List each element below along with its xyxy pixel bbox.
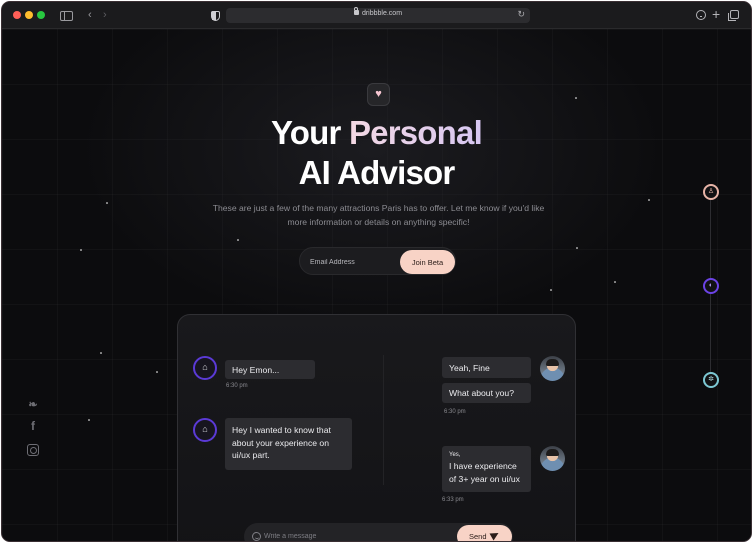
user-message-2: What about you? [442, 383, 531, 403]
url-text: dribbble.com [361, 10, 403, 17]
join-beta-button[interactable]: Join Beta [400, 250, 455, 274]
message-time: 6:33 pm [442, 497, 464, 503]
email-input[interactable] [310, 255, 398, 269]
back-icon[interactable]: ‹ [88, 8, 92, 22]
message-time: 6:30 pm [226, 383, 248, 389]
timeline-step-3-icon[interactable]: ✲ [703, 372, 719, 388]
reload-icon[interactable]: ↻ [517, 9, 525, 20]
minimize-window-button[interactable] [25, 11, 33, 19]
bot-icon: ⌂ [193, 418, 217, 442]
timeline-step-2-icon[interactable]: ◐ [703, 278, 719, 294]
message-time: 6:30 pm [444, 409, 466, 415]
hero-title-accent: Personal [348, 114, 483, 151]
instagram-icon[interactable] [27, 444, 39, 456]
download-icon[interactable] [696, 10, 706, 20]
send-button[interactable]: Send [457, 525, 512, 541]
shield-icon[interactable] [211, 11, 220, 21]
user-message-3-text: I have experience of 3+ year on ui/ux [449, 461, 520, 484]
close-window-button[interactable] [13, 11, 21, 19]
send-label: Send [469, 532, 487, 541]
emoji-icon[interactable] [252, 532, 261, 541]
hero-title-line-1: Your Personal [2, 114, 751, 152]
user-message-1: Yeah, Fine [442, 357, 531, 378]
avatar [540, 356, 565, 381]
lock-icon [353, 7, 359, 15]
bot-message-1: Hey Emon... [225, 360, 315, 379]
chat-preview-panel: ⌂ Hey Emon... 6:30 pm ⌂ Hey I wanted to … [177, 314, 576, 541]
sidebar-icon[interactable] [60, 11, 73, 21]
heart-icon: ♥ [367, 83, 390, 106]
twitter-icon[interactable]: ❧ [26, 398, 40, 411]
timeline-step-1-icon[interactable]: ♙ [703, 184, 719, 200]
zoom-window-button[interactable] [37, 11, 45, 19]
user-message-3-prefix: Yes, [449, 452, 461, 458]
address-bar[interactable]: dribbble.com ↻ [226, 7, 530, 23]
browser-toolbar: ‹ › dribbble.com ↻ + [2, 2, 751, 29]
hero-title-part: Your [271, 114, 349, 151]
tabs-icon[interactable] [728, 10, 739, 21]
landing-page: ♥ Your Personal AI Advisor These are jus… [2, 29, 751, 541]
chat-divider [383, 355, 384, 485]
plus-icon[interactable]: + [712, 7, 720, 21]
message-input[interactable] [264, 530, 434, 541]
hero-subtitle: These are just a few of the many attract… [212, 203, 545, 227]
facebook-icon[interactable]: f [26, 419, 40, 433]
hero-title-line-2: AI Advisor [298, 154, 456, 191]
user-message-3: Yes, I have experience of 3+ year on ui/… [442, 446, 531, 492]
send-icon [489, 529, 501, 541]
avatar [540, 446, 565, 471]
bot-icon: ⌂ [193, 356, 217, 380]
bot-message-2: Hey I wanted to know that about your exp… [225, 418, 352, 470]
browser-window: ‹ › dribbble.com ↻ + ♥ Your Personal AI … [1, 1, 752, 542]
forward-icon[interactable]: › [103, 8, 107, 22]
message-composer: Send [244, 523, 513, 541]
beta-signup-form: Join Beta [299, 247, 456, 275]
